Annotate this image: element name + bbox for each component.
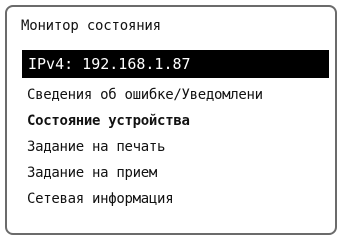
screen-title: Монитор состояния <box>21 18 161 34</box>
menu-item-print-job[interactable]: Задание на печать <box>7 134 335 160</box>
status-menu-list: IPv4: 192.168.1.87 Сведения об ошибке/Ув… <box>7 50 335 212</box>
menu-item-device-status[interactable]: Состояние устройства <box>7 108 335 134</box>
menu-item-receive-job[interactable]: Задание на прием <box>7 160 335 186</box>
menu-item-ipv4[interactable]: IPv4: 192.168.1.87 <box>22 50 329 78</box>
status-monitor-panel: Монитор состояния IPv4: 192.168.1.87 Све… <box>5 5 337 235</box>
menu-item-error-details[interactable]: Сведения об ошибке/Уведомлени <box>7 82 335 108</box>
menu-item-network-info[interactable]: Сетевая информация <box>7 186 335 212</box>
